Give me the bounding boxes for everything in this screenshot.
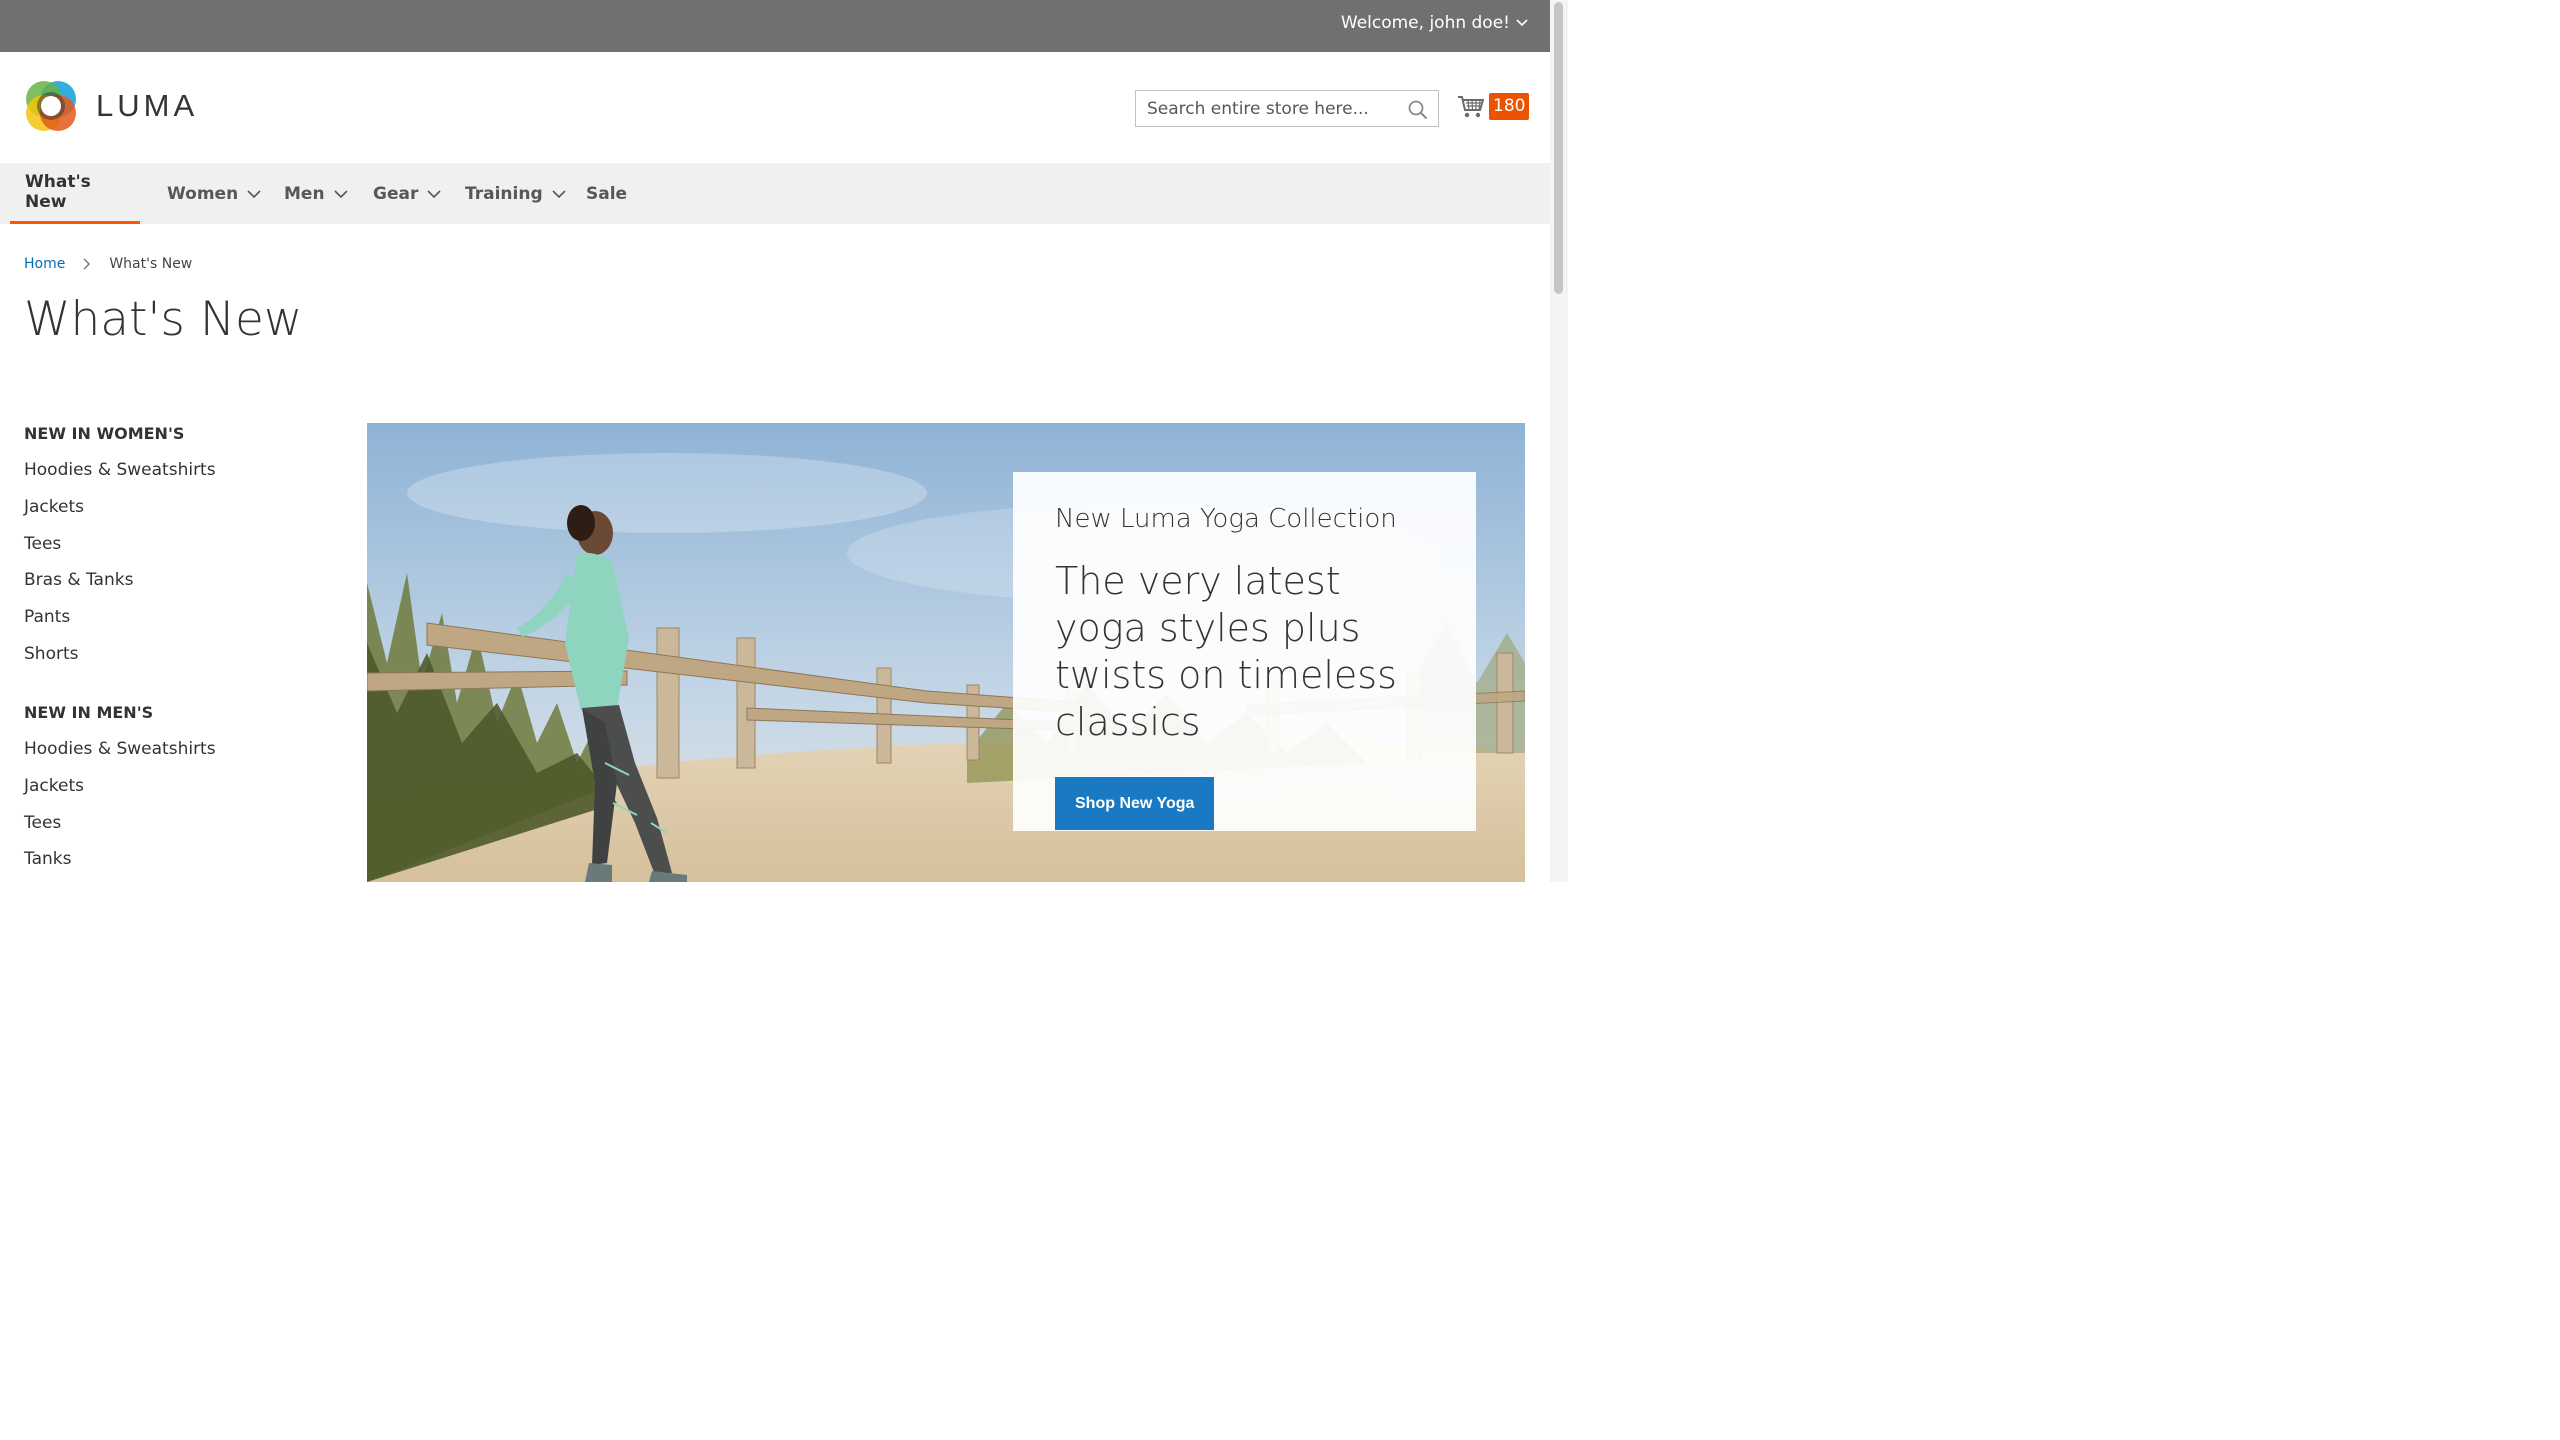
search-input[interactable]: [1136, 91, 1407, 126]
nav-item-whats-new[interactable]: What's New: [10, 163, 140, 224]
welcome-menu[interactable]: Welcome, john doe!: [1341, 13, 1528, 33]
nav-item-gear[interactable]: Gear: [373, 163, 441, 224]
sidebar-heading: NEW IN WOMEN'S: [24, 424, 185, 443]
cart-count-badge: 180: [1489, 93, 1530, 120]
shop-new-yoga-button[interactable]: Shop New Yoga: [1055, 777, 1215, 830]
promo-subtitle: New Luma Yoga Collection: [1055, 504, 1397, 534]
nav-item-men[interactable]: Men: [284, 163, 348, 224]
nav-item-label: Women: [167, 183, 239, 204]
sidebar-link[interactable]: Jackets: [24, 776, 344, 801]
luma-logo-icon: [26, 81, 76, 131]
breadcrumb-home-link[interactable]: Home: [24, 256, 65, 272]
logo[interactable]: LUMA: [24, 79, 198, 133]
chevron-down-icon: [552, 189, 566, 198]
breadcrumb-current: What's New: [109, 256, 193, 272]
minicart[interactable]: 180: [1457, 93, 1530, 120]
category-sidebar: NEW IN WOMEN'S Hoodies & Sweatshirts Jac…: [24, 424, 344, 886]
nav-item-label: What's New: [25, 172, 91, 212]
promo-box: New Luma Yoga Collection The very latest…: [1013, 472, 1476, 831]
search-box[interactable]: [1135, 90, 1439, 127]
promo-title: The very latest yoga styles plus twists …: [1055, 559, 1397, 744]
sidebar-link[interactable]: Tanks: [24, 849, 344, 874]
sidebar-link[interactable]: Jackets: [24, 497, 344, 522]
shopping-cart-icon: [1458, 95, 1484, 117]
breadcrumb: Home What's New: [24, 256, 192, 272]
nav-item-label: Training: [465, 183, 543, 204]
nav-item-label: Gear: [373, 183, 419, 204]
page-title: What's New: [24, 292, 303, 347]
chevron-down-icon: [247, 189, 261, 198]
sidebar-link[interactable]: Hoodies & Sweatshirts: [24, 460, 344, 485]
sidebar-link[interactable]: Hoodies & Sweatshirts: [24, 739, 344, 764]
main-navigation: What's New Women Men Gear Training Sale: [0, 163, 1550, 224]
scrollbar-thumb[interactable]: [1554, 2, 1563, 294]
sidebar-link[interactable]: Shorts: [24, 644, 344, 669]
sidebar-link[interactable]: Tees: [24, 534, 344, 559]
chevron-down-icon: [427, 189, 441, 198]
nav-item-training[interactable]: Training: [465, 163, 566, 224]
hero-banner[interactable]: New Luma Yoga Collection The very latest…: [367, 423, 1525, 882]
nav-item-women[interactable]: Women: [167, 163, 261, 224]
nav-item-label: Sale: [586, 183, 628, 204]
sidebar-link[interactable]: Bras & Tanks: [24, 570, 344, 595]
sidebar-group-mens: NEW IN MEN'S Hoodies & Sweatshirts Jacke…: [24, 703, 344, 874]
top-bar: Welcome, john doe!: [0, 0, 1550, 52]
search-icon[interactable]: [1408, 100, 1428, 120]
chevron-down-icon: [1516, 19, 1528, 27]
logo-text: LUMA: [96, 88, 199, 123]
nav-item-label: Men: [284, 183, 325, 204]
sidebar-group-womens: NEW IN WOMEN'S Hoodies & Sweatshirts Jac…: [24, 424, 344, 669]
sidebar-link[interactable]: Tees: [24, 813, 344, 838]
chevron-down-icon: [333, 189, 348, 198]
nav-item-sale[interactable]: Sale: [586, 163, 627, 224]
sidebar-link[interactable]: Pants: [24, 607, 344, 632]
header: LUMA 180: [0, 52, 1550, 163]
page-scrollbar[interactable]: [1550, 0, 1568, 882]
welcome-text: Welcome, john doe!: [1340, 13, 1510, 33]
chevron-right-icon: [83, 258, 91, 270]
sidebar-heading: NEW IN MEN'S: [24, 702, 154, 722]
